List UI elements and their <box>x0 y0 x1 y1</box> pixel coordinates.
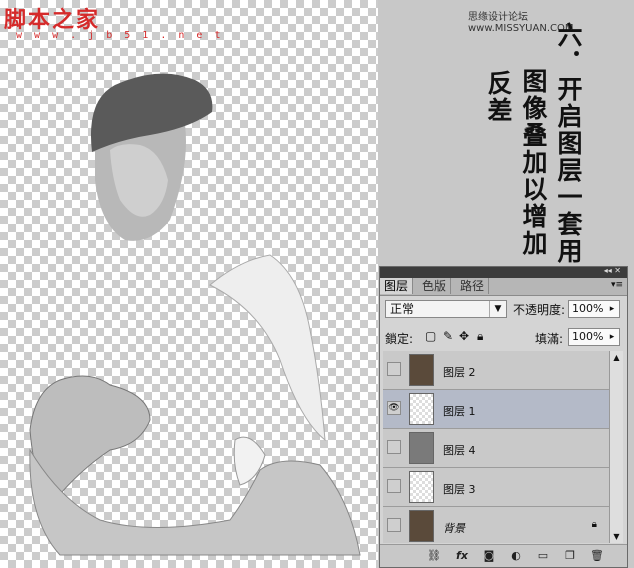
image-content <box>29 73 361 556</box>
instruction-col-1: 六．开启图层一套用 <box>554 22 583 265</box>
visibility-toggle[interactable] <box>387 440 401 454</box>
collapse-icon[interactable]: ◂◂ ✕ <box>604 266 621 275</box>
layers-panel: ◂◂ ✕ 图层 色版 路径 ▾≡ 正常 ▼ 不透明度: 100% ▸ 鎖定: ▢… <box>379 266 628 568</box>
layer-name: 图层 2 <box>443 366 476 379</box>
blend-mode-value: 正常 <box>390 302 415 316</box>
scroll-up-icon[interactable]: ▲ <box>610 351 623 364</box>
mask-icon[interactable]: ◙ <box>481 548 497 563</box>
opacity-dropdown-icon[interactable]: ▸ <box>605 301 619 317</box>
visibility-toggle[interactable] <box>387 362 401 376</box>
layer-thumbnail <box>409 510 434 542</box>
layer-row-background[interactable]: 背景 🔒︎ <box>383 507 611 546</box>
panel-tabs: 图层 色版 路径 ▾≡ <box>380 278 627 296</box>
layer-thumbnail <box>409 432 434 464</box>
opacity-value: 100% <box>572 302 604 315</box>
layer-name: 背景 <box>443 522 465 535</box>
tab-channels[interactable]: 色版 <box>418 278 452 294</box>
blend-row: 正常 ▼ 不透明度: 100% ▸ <box>385 300 623 322</box>
instruction-col-3: 反差 <box>484 70 513 124</box>
trash-icon[interactable]: 🗑︎ <box>589 548 605 563</box>
watermark-right: 思缘设计论坛 www.MISSYUAN.COM <box>468 12 574 34</box>
opacity-input[interactable]: 100% ▸ <box>568 300 620 318</box>
eye-icon[interactable]: 👁︎ <box>387 401 401 415</box>
layer-row[interactable]: 图层 2 <box>383 351 611 390</box>
opacity-label: 不透明度: <box>513 303 566 317</box>
blend-mode-select[interactable]: 正常 ▼ <box>385 300 507 318</box>
layer-name: 图层 3 <box>443 483 476 496</box>
panel-menu-icon[interactable]: ▾≡ <box>611 280 623 290</box>
document-canvas[interactable]: 脚本之家 w w w . j b 5 1 . n e t <box>0 0 378 568</box>
lock-all-icon[interactable]: 🔒︎ <box>477 329 483 344</box>
fill-input[interactable]: 100% ▸ <box>568 328 620 346</box>
layers-list: 图层 2 👁︎ 图层 1 图层 4 图层 3 背景 🔒︎ <box>383 351 611 546</box>
layer-row-selected[interactable]: 👁︎ 图层 1 <box>383 390 611 429</box>
layer-thumbnail <box>409 471 434 503</box>
fx-icon[interactable]: fx <box>454 548 470 563</box>
fill-dropdown-icon[interactable]: ▸ <box>605 329 619 345</box>
folder-icon[interactable]: ▭ <box>535 548 551 563</box>
layer-name: 图层 4 <box>443 444 476 457</box>
layers-scrollbar[interactable]: ▲ ▼ <box>609 351 623 543</box>
new-layer-icon[interactable]: ❐ <box>562 548 578 563</box>
visibility-toggle[interactable] <box>387 518 401 532</box>
layer-thumbnail <box>409 354 434 386</box>
layer-row[interactable]: 图层 3 <box>383 468 611 507</box>
scroll-down-icon[interactable]: ▼ <box>610 530 623 543</box>
panel-footer: ⛓ fx ◙ ◐ ▭ ❐ 🗑︎ <box>380 544 627 567</box>
chevron-down-icon: ▼ <box>489 301 506 317</box>
layer-name: 图层 1 <box>443 405 476 418</box>
instruction-col-2: 图像叠加以增加 <box>519 68 548 257</box>
lock-transparency-icon[interactable]: ▢ <box>425 329 436 343</box>
lock-position-icon[interactable]: ✥ <box>459 329 469 343</box>
tab-paths[interactable]: 路径 <box>456 278 490 294</box>
cloth-shape <box>209 254 326 442</box>
adjustment-icon[interactable]: ◐ <box>508 548 524 563</box>
layer-thumbnail <box>409 393 434 425</box>
panel-titlebar[interactable]: ◂◂ ✕ <box>380 266 627 278</box>
watermark-url: w w w . j b 5 1 . n e t <box>16 30 224 41</box>
lock-row: 鎖定: ▢ ✎ ✥ 🔒︎ 填滿: 100% ▸ <box>385 327 623 347</box>
layer-row[interactable]: 图层 4 <box>383 429 611 468</box>
lock-icon: 🔒︎ <box>591 519 597 530</box>
lock-pixels-icon[interactable]: ✎ <box>443 329 453 343</box>
fill-value: 100% <box>572 330 604 343</box>
tab-layers[interactable]: 图层 <box>380 278 414 294</box>
fill-label: 填滿: <box>535 332 564 346</box>
visibility-toggle[interactable] <box>387 479 401 493</box>
lock-label: 鎖定: <box>385 332 414 346</box>
link-icon[interactable]: ⛓ <box>426 548 442 563</box>
